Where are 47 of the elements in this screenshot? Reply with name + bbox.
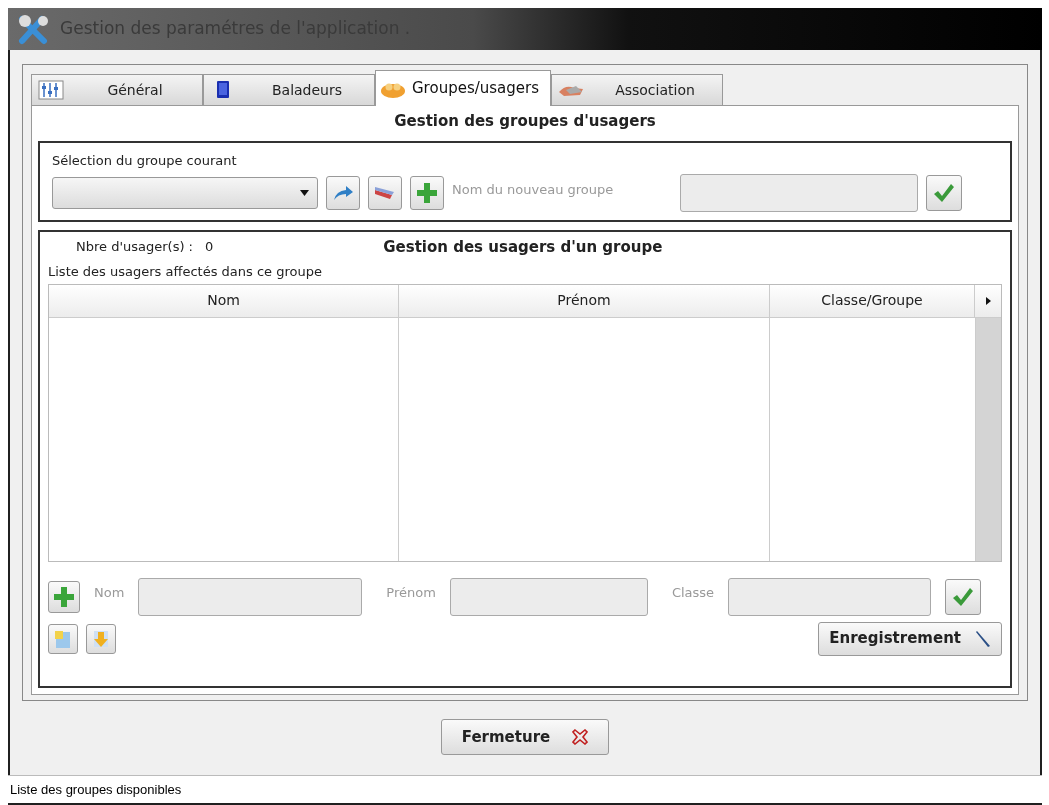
count-label: Nbre d'usager(s) : [76,238,193,257]
field-label: Nom du nouveau groupe [452,181,615,200]
right-arrow-icon[interactable] [985,296,991,305]
add-user-button[interactable] [48,580,80,613]
caret-icon [300,190,309,196]
field-label: Classe [671,583,715,602]
plus-icon [53,585,75,608]
tab[interactable]: Général [31,74,203,105]
check-icon [952,586,975,607]
document-icon [53,628,73,649]
text-field[interactable] [138,577,363,616]
close-button[interactable]: Fermeture [441,719,609,755]
arrow-icon [332,185,354,201]
eraser-icon [374,186,396,200]
field-label: Nom [94,583,125,602]
close-icon [572,729,589,745]
tab[interactable]: Association [551,74,723,105]
add-button[interactable] [410,176,444,210]
count-value: 0 [205,238,214,257]
edit-button[interactable] [48,623,78,654]
status-text: Liste des groupes disponibles [10,780,182,799]
group-name-field[interactable] [680,174,918,212]
section-title: Gestion des groupes d'usagers [393,111,657,132]
go-button[interactable] [326,176,360,210]
column-header[interactable]: Classe/Groupe [770,284,975,317]
import-button[interactable] [86,623,116,654]
confirm-button[interactable] [926,175,962,211]
eraser-button[interactable] [368,176,402,210]
text-field[interactable] [449,577,648,616]
confirm-button[interactable] [945,578,982,615]
tab[interactable]: Groupes/usagers [375,70,551,106]
plus-icon [416,182,438,204]
text-field[interactable] [728,577,932,616]
scrollbar[interactable] [975,317,1001,561]
column-header[interactable]: Prénom [399,284,770,317]
field-label: Prénom [386,583,436,602]
check-icon [933,183,955,203]
list-label: Liste des usagers affectés dans ce groupe [48,263,323,281]
field-label: Sélection du groupe courant [52,151,238,170]
tab[interactable]: Baladeurs [203,74,375,105]
mixer-icon [38,80,64,100]
save-button[interactable]: Enregistrement [818,621,1002,656]
group-dropdown[interactable] [52,177,318,209]
section-title: Gestion des usagers d'un groupe [383,236,663,258]
down-arrow-icon [92,628,110,649]
pen-icon [975,629,991,648]
column-header[interactable]: Nom [49,284,399,317]
